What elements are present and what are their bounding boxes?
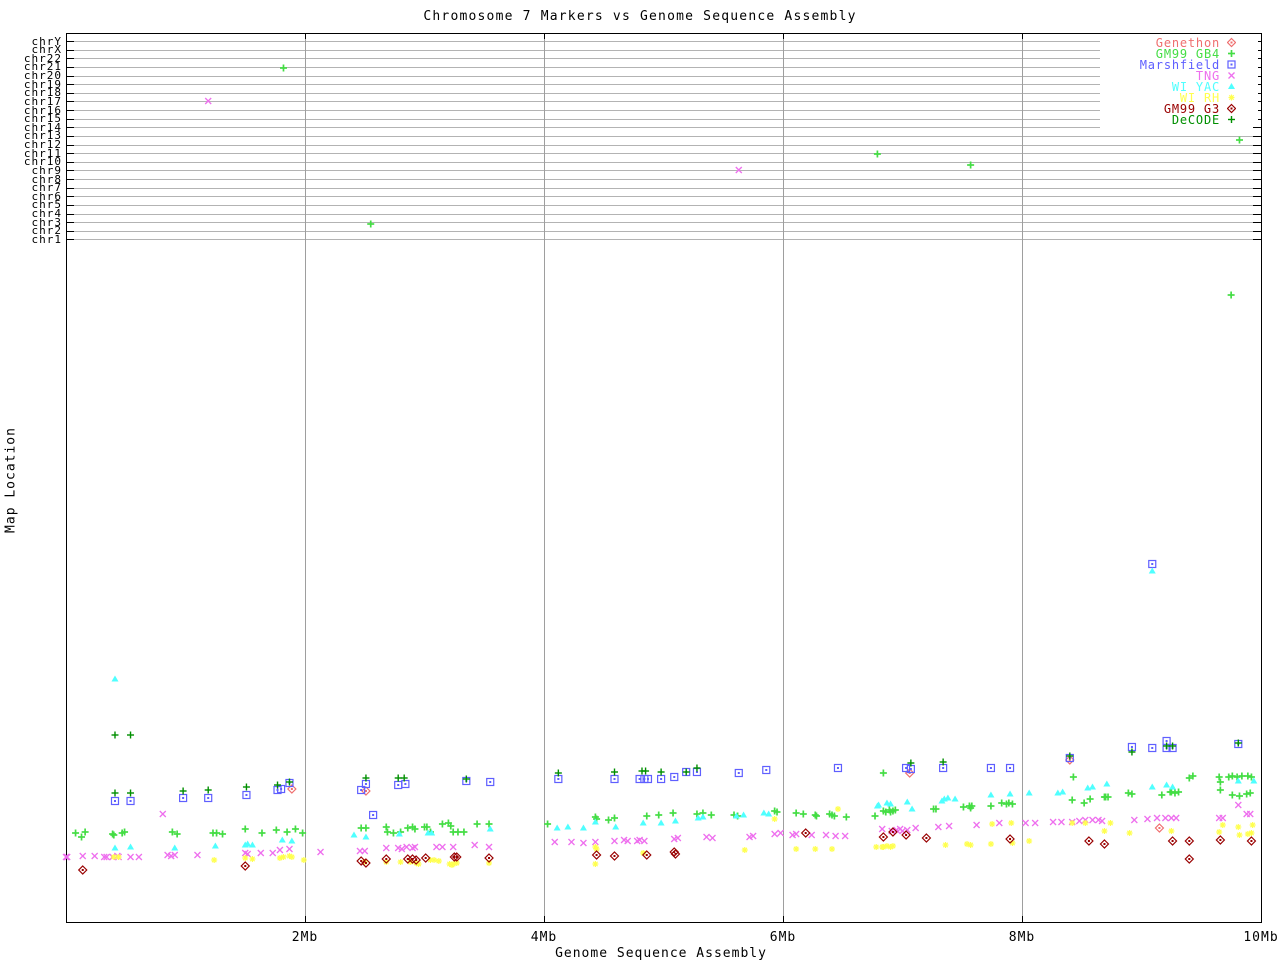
x-tick-label-10Mb: 10Mb <box>1243 930 1279 945</box>
plus-marker-icon <box>1228 116 1235 123</box>
legend-item-marshfield: Marshfield <box>1100 58 1258 72</box>
plus-marker-icon <box>1228 50 1235 57</box>
gridlines <box>66 33 1261 922</box>
diamond-marker-icon <box>1227 37 1236 48</box>
asterisk-marker-icon <box>1228 94 1235 101</box>
square-marker-icon <box>1227 60 1236 69</box>
x-tick-label-6Mb: 6Mb <box>769 930 797 945</box>
legend-item-decode: DeCODE <box>1100 112 1258 127</box>
cross-marker-icon <box>1228 72 1235 79</box>
diamond-marker-icon <box>1227 103 1236 114</box>
series-wi-yac <box>111 567 1258 851</box>
chart-title: Chromosome 7 Markers vs Genome Sequence … <box>423 9 857 24</box>
y-tick-label-chr1: chr1 <box>31 232 62 246</box>
x-axis-title: Genome Sequence Assembly <box>555 946 767 960</box>
series-gm99-g3 <box>77 827 1257 875</box>
legend: Genethon GM99 GB4 Marshfield TNG WI YAC … <box>1100 36 1258 127</box>
x-tick-label-8Mb: 8Mb <box>1008 930 1036 945</box>
y-axis-title: Map Location <box>3 427 19 533</box>
series-gm99-gb4 <box>72 64 1255 841</box>
series-marshfield <box>110 559 1243 820</box>
triangle-marker-icon <box>1228 83 1235 89</box>
chart-canvas: Chromosome 7 Markers vs Genome Sequence … <box>0 0 1280 960</box>
series-tng <box>62 97 1254 861</box>
x-tick-label-4Mb: 4Mb <box>530 930 558 945</box>
axes <box>66 33 1262 923</box>
scatter-plot <box>62 33 1262 923</box>
legend-label: DeCODE <box>1171 112 1220 127</box>
x-tick-label-2Mb: 2Mb <box>291 930 319 945</box>
